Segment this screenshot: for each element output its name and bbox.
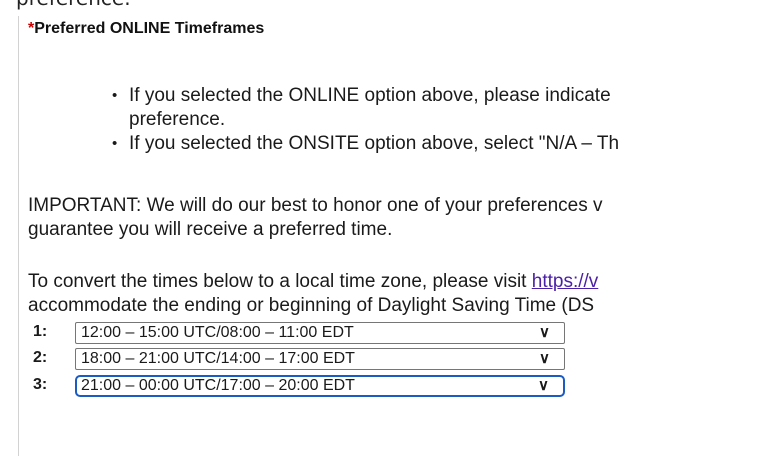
- list-item: • If you selected the ONSITE option abov…: [112, 132, 765, 156]
- preference-number: 2:: [33, 349, 48, 366]
- preference-number: 1:: [33, 323, 48, 340]
- section-title: *Preferred ONLINE Timeframes: [28, 20, 264, 38]
- bullet-icon: •: [112, 87, 118, 104]
- preferred-timeframes-panel: *Preferred ONLINE Timeframes • If you se…: [18, 16, 765, 456]
- select-value: 21:00 – 00:00 UTC/17:00 – 20:00 EDT: [81, 377, 355, 394]
- important-note: IMPORTANT: We will do our best to honor …: [28, 194, 765, 242]
- list-item-text-continued: preference.: [129, 109, 226, 130]
- convert-line-2: accommodate the ending or beginning of D…: [28, 295, 595, 316]
- select-value: 12:00 – 15:00 UTC/08:00 – 11:00 EDT: [81, 324, 354, 341]
- chevron-down-icon[interactable]: ∨: [539, 349, 550, 369]
- instructions-list: • If you selected the ONLINE option abov…: [112, 84, 765, 156]
- time-preference-select-2[interactable]: 18:00 – 21:00 UTC/14:00 – 17:00 EDT ∨: [75, 348, 565, 370]
- previous-text-fragment: preference.: [16, 0, 131, 10]
- select-value: 18:00 – 21:00 UTC/14:00 – 17:00 EDT: [81, 350, 355, 367]
- chevron-down-icon[interactable]: ∨: [539, 323, 550, 343]
- time-preference-select-3[interactable]: 21:00 – 00:00 UTC/17:00 – 20:00 EDT ∨: [75, 375, 565, 397]
- important-line-2: guarantee you will receive a preferred t…: [28, 219, 393, 240]
- important-line-1: IMPORTANT: We will do our best to honor …: [28, 195, 603, 216]
- convert-note: To convert the times below to a local ti…: [28, 270, 765, 318]
- list-item-text: If you selected the ONSITE option above,…: [129, 133, 620, 154]
- time-preference-select-1[interactable]: 12:00 – 15:00 UTC/08:00 – 11:00 EDT ∨: [75, 322, 565, 344]
- list-item-text: If you selected the ONLINE option above,…: [129, 85, 611, 106]
- convert-text: To convert the times below to a local ti…: [28, 271, 532, 292]
- convert-line-1: To convert the times below to a local ti…: [28, 270, 765, 294]
- bullet-icon: •: [112, 135, 118, 152]
- section-title-text: Preferred ONLINE Timeframes: [34, 20, 265, 37]
- preference-number: 3:: [33, 376, 48, 393]
- chevron-down-icon[interactable]: ∨: [538, 377, 549, 395]
- list-item: • If you selected the ONLINE option abov…: [112, 84, 765, 132]
- timezone-converter-link[interactable]: https://v: [532, 271, 599, 292]
